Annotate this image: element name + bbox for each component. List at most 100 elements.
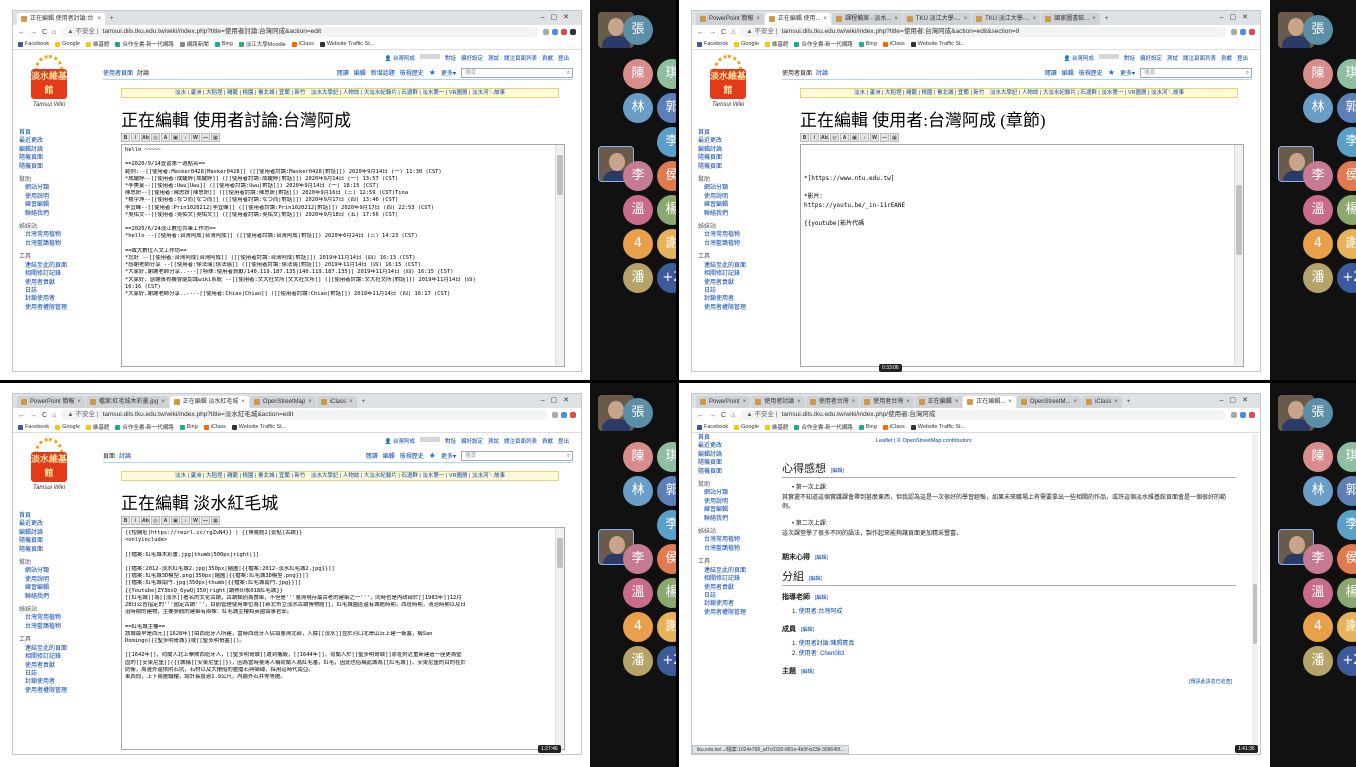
participant-avatar[interactable]: 溫 <box>1303 195 1333 225</box>
more-participants-button[interactable]: +2 <box>1337 646 1356 676</box>
bookmark-facebook[interactable]: Facebook <box>18 41 49 47</box>
user-link[interactable]: 關注頁面列表 <box>504 54 537 62</box>
user-link[interactable]: 偏好設定 <box>1140 54 1162 62</box>
browser-tab[interactable]: 使用者台灣 × <box>805 396 860 408</box>
tamsui-wiki-logo[interactable]: 淡水維基館 Tamsui Wiki <box>700 55 756 117</box>
participant-avatar[interactable]: 李 <box>657 127 676 157</box>
tab-read[interactable]: 閱讀 <box>1045 68 1057 77</box>
participant-avatar[interactable]: 潘 <box>1303 646 1333 676</box>
sidebar-link[interactable]: 使用者權限管理 <box>698 609 778 617</box>
wikitext-editor[interactable]: *[https://www.ntu.edu.tw] *影片： https://yo… <box>800 144 1244 367</box>
headline-icon[interactable]: A <box>840 133 849 142</box>
user-link[interactable]: 貢獻 <box>542 437 553 445</box>
bookmark[interactable]: Website Traffic St... <box>910 424 965 430</box>
user-link[interactable]: 對話 <box>1124 54 1135 62</box>
sidebar-link[interactable]: 使用說明 <box>698 498 778 506</box>
nowiki-icon[interactable]: W <box>191 133 200 142</box>
user-link[interactable]: 偏好設定 <box>461 54 483 62</box>
browser-tab[interactable]: iClass × <box>316 396 357 408</box>
participant-avatar[interactable]: 侯 <box>657 161 676 191</box>
new-tab-button[interactable]: + <box>106 13 118 25</box>
bookmark[interactable]: Website Traffic St... <box>319 41 374 47</box>
gallery-icon[interactable]: ▦ <box>890 133 899 142</box>
participant-avatar[interactable]: 郭 <box>1337 476 1356 506</box>
sidebar-link[interactable]: 聯絡我們 <box>19 210 99 218</box>
participant-avatar[interactable]: 李 <box>657 510 676 540</box>
search-input[interactable]: 搜尋 ⌕ <box>1140 67 1252 78</box>
globe-icon[interactable]: ◎ <box>830 133 839 142</box>
sidebar-link[interactable]: 隨機頁面 <box>698 459 778 467</box>
participant-avatar[interactable]: 楊 <box>1337 578 1356 608</box>
browser-tab[interactable]: TKU 淡江大學-... × <box>902 13 972 25</box>
user-link[interactable]: 對話 <box>445 437 456 445</box>
bookmark-google[interactable]: Google <box>734 41 759 47</box>
tab-edit[interactable]: 編輯 <box>354 68 366 77</box>
browser-tab[interactable]: TKU 淡江大學-... × <box>972 13 1041 25</box>
wiki-navbar[interactable]: 淡水 | 蘆洲 | 大稻埕 | 雞籠 | 桃園 | 臺北城 | 宜蘭 | 新竹 … <box>121 88 559 98</box>
globe-icon[interactable]: ◎ <box>151 133 160 142</box>
window-controls[interactable]: –▢✕ <box>541 11 581 25</box>
browser-tab[interactable]: 使用者台灣 × <box>860 396 914 408</box>
forward-icon[interactable]: → <box>709 412 716 419</box>
browser-tab[interactable]: 正在編輯 淡水紅毛城 × <box>169 396 249 408</box>
tab-page[interactable]: 頁面 <box>103 451 115 460</box>
bookmark[interactable]: 網路新聞 <box>179 40 209 48</box>
close-tab-icon[interactable]: × <box>743 396 747 408</box>
sidebar-link[interactable]: 練習編輯 <box>698 506 778 514</box>
notification-badge[interactable] <box>419 437 440 442</box>
watch-star-icon[interactable]: ★ <box>429 451 436 460</box>
sidebar-link[interactable]: 連結至此的頁面 <box>19 645 99 653</box>
browser-tab[interactable]: PowerPoint 簡報 × <box>696 13 764 25</box>
notification-badge[interactable] <box>1098 54 1119 59</box>
more-participants-button[interactable]: +2 <box>657 263 676 293</box>
sidebar-link[interactable]: 練習編輯 <box>19 584 99 592</box>
bookmark[interactable]: 合作全書-新一代網路 <box>115 423 174 431</box>
bold-icon[interactable]: B <box>121 133 130 142</box>
gallery-icon[interactable]: ▦ <box>211 516 220 525</box>
sidebar-link[interactable]: 編輯討論 <box>19 529 99 537</box>
reload-icon[interactable]: C <box>721 412 726 419</box>
close-tab-icon[interactable]: × <box>1008 396 1012 408</box>
tab-talk[interactable]: 討論 <box>119 451 131 460</box>
ext-icon[interactable] <box>1231 29 1237 35</box>
watch-star-icon[interactable]: ★ <box>1108 68 1115 77</box>
participant-avatar[interactable]: 4 <box>623 229 653 259</box>
sidebar-link[interactable]: 封鎖使用者 <box>19 678 99 686</box>
sidebar-link[interactable]: 編輯討論 <box>698 146 778 154</box>
editor-scrollbar[interactable] <box>555 528 564 749</box>
url-bar[interactable]: ▲ 不安全 | tamsui.dils.tku.edu.tw/wiki/index… <box>740 410 1226 420</box>
sidebar-link[interactable]: 日誌 <box>698 592 778 600</box>
user-link[interactable]: 登出 <box>558 54 569 62</box>
participant-avatar[interactable]: 楊 <box>657 578 676 608</box>
back-icon[interactable]: ← <box>697 412 704 419</box>
edit-section-link[interactable]: [編輯] <box>801 669 814 675</box>
user-link[interactable]: 貢獻 <box>1221 54 1232 62</box>
participant-avatar[interactable]: 張 <box>623 398 653 428</box>
sidebar-link[interactable]: 台灣藍鵲植物 <box>698 240 778 248</box>
tab-edit[interactable]: 編輯 <box>1062 68 1074 77</box>
back-icon[interactable]: ← <box>697 29 704 36</box>
sidebar-link[interactable]: 網站分類 <box>19 567 99 575</box>
search-input[interactable]: 搜尋 ⌕ <box>461 67 573 78</box>
participant-avatar[interactable]: 溫 <box>623 195 653 225</box>
participant-avatar[interactable]: 謝 <box>657 612 676 642</box>
editor-scrollbar[interactable] <box>1234 145 1243 366</box>
close-tab-icon[interactable]: × <box>906 396 910 408</box>
participant-avatar[interactable]: 謝 <box>1337 612 1356 642</box>
sidebar-link[interactable]: 相關修訂記錄 <box>19 270 99 278</box>
gallery-icon[interactable]: ▦ <box>211 133 220 142</box>
sidebar-link[interactable]: 隨機頁面 <box>19 546 99 554</box>
sidebar-link[interactable]: 練習編輯 <box>19 201 99 209</box>
participant-avatar[interactable]: 李 <box>1303 161 1333 191</box>
participant-avatar[interactable]: 張 <box>623 15 653 45</box>
sidebar-link[interactable]: 隨機頁面 <box>19 154 99 162</box>
tab-edit[interactable]: 編輯 <box>383 451 395 460</box>
bookmark[interactable]: Bing <box>214 41 233 47</box>
participant-avatar[interactable]: 楊 <box>657 195 676 225</box>
user-link[interactable]: 使用者:台灣阿成 <box>799 609 843 615</box>
user-link[interactable]: 測試 <box>488 437 499 445</box>
browser-tab[interactable]: 使用者討論 × <box>751 396 805 408</box>
sidebar-link[interactable]: 最近更改 <box>698 137 778 145</box>
url-bar[interactable]: ▲ 不安全 | tamsui.dils.tku.edu.tw/wiki/index… <box>740 27 1226 37</box>
new-tab-button[interactable]: + <box>358 396 370 408</box>
